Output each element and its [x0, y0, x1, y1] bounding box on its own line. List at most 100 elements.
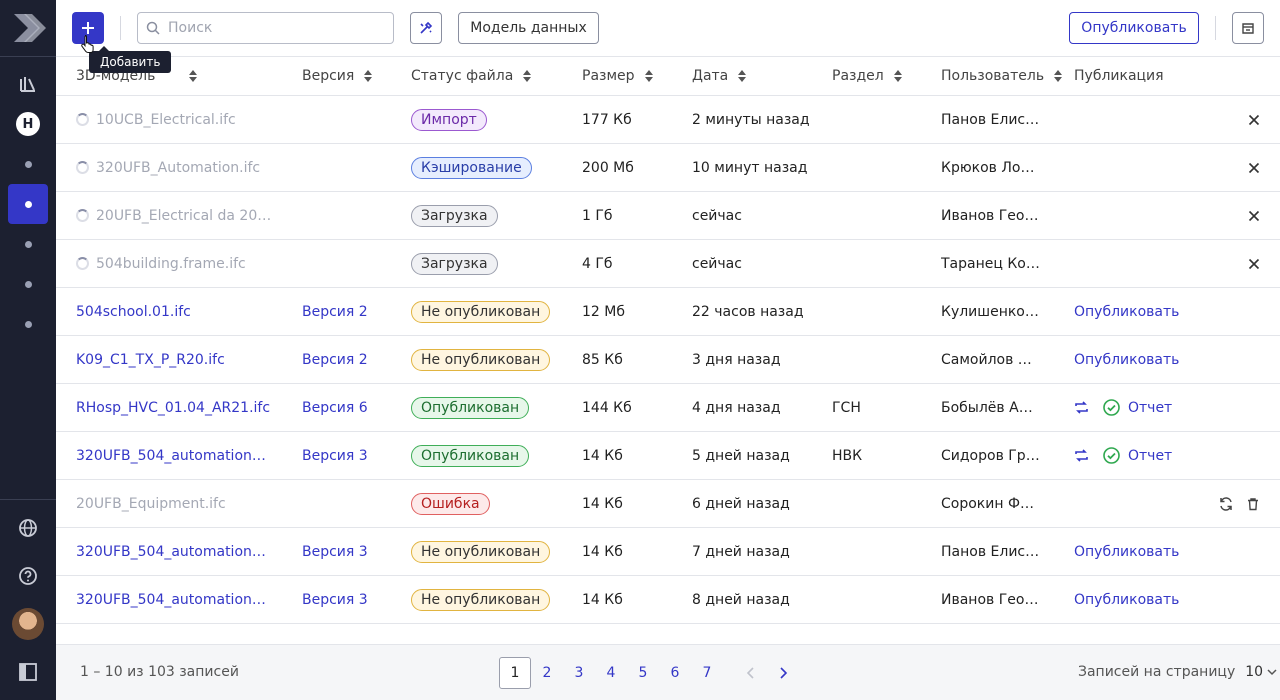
column-label: Версия [302, 68, 355, 84]
help-icon[interactable] [16, 564, 40, 588]
model-name[interactable]: 320UFB_504_automationD… [76, 592, 276, 608]
table-row[interactable]: 504school.01.ifc Версия 2 Не опубликован 12… [56, 288, 1280, 336]
table-row[interactable]: 10UCB_Electrical.ifc Импорт 177 Кб 2 минуты… [56, 96, 1280, 144]
model-cell: 504building.frame.ifc [76, 240, 276, 287]
page-button[interactable]: 1 [499, 657, 531, 689]
globe-icon[interactable] [16, 516, 40, 540]
user-name: Кулишенко… [941, 303, 1039, 320]
table-row[interactable]: 20UFB_Electrical da 20… Загрузка 1 Гб сейча… [56, 192, 1280, 240]
page-button[interactable]: 7 [691, 657, 723, 689]
publish-link[interactable]: Опубликовать [1074, 576, 1179, 623]
version-link[interactable]: Версия 2 [302, 336, 368, 383]
column-header-user[interactable]: Пользователь [941, 68, 1063, 84]
page-button[interactable]: 4 [595, 657, 627, 689]
books-icon[interactable] [16, 72, 40, 96]
version-link[interactable]: Версия 6 [302, 384, 368, 431]
retry-icon[interactable] [1218, 496, 1234, 512]
version-link[interactable]: Версия 3 [302, 576, 368, 623]
close-icon[interactable] [1248, 162, 1260, 174]
row-actions [1196, 528, 1260, 575]
model-name[interactable]: K09_C1_TX_P_R20.ifc [76, 352, 225, 368]
page-button[interactable]: 3 [563, 657, 595, 689]
version-link[interactable]: Версия 3 [302, 528, 368, 575]
sidebar-item-5[interactable] [8, 304, 48, 344]
data-model-button[interactable]: Модель данных [458, 12, 599, 44]
model-cell[interactable]: RHosp_HVC_01.04_AR21.ifc [76, 384, 276, 431]
sidebar-item-1[interactable] [8, 144, 48, 184]
version-link[interactable]: Версия 2 [302, 288, 368, 335]
search-box[interactable] [137, 12, 394, 44]
status-cell: Ошибка [411, 480, 490, 527]
model-name: 320UFB_Automation.ifc [96, 159, 261, 176]
page-button[interactable]: 5 [627, 657, 659, 689]
model-name[interactable]: 320UFB_504_automationD… [76, 544, 276, 560]
user-name: Панов Елисей [941, 543, 1041, 560]
check-circle-icon [1103, 399, 1120, 416]
sidebar-item-2[interactable] [8, 184, 48, 224]
sidebar-divider [0, 56, 56, 57]
table-row[interactable]: 320UFB_504_automationD… Версия 3 Не опубли… [56, 528, 1280, 576]
model-name[interactable]: RHosp_HVC_01.04_AR21.ifc [76, 400, 270, 416]
search-input[interactable] [168, 20, 368, 36]
per-page-label: Записей на страницу [1078, 664, 1236, 680]
tools-button[interactable] [410, 12, 442, 44]
trash-icon[interactable] [1246, 497, 1260, 511]
publication-cell: Отчет [1074, 384, 1172, 431]
tools-icon [420, 21, 433, 34]
row-actions [1196, 384, 1260, 431]
avatar[interactable] [12, 608, 44, 640]
model-cell[interactable]: 320UFB_504_automationD… [76, 432, 276, 479]
table-row[interactable]: 320UFB_504_automationD… Версия 3 Опубликов… [56, 432, 1280, 480]
user-name: Панов Елисей [941, 111, 1041, 128]
model-name[interactable]: 504school.01.ifc [76, 304, 191, 320]
sort-icon [893, 69, 902, 83]
per-page: Записей на страницу 10 [1078, 664, 1277, 680]
column-label: Публикация [1074, 68, 1164, 84]
database-button[interactable] [1232, 12, 1264, 44]
table-row[interactable]: 20UFB_Equipment.ifc Ошибка 14 Кб 6 дней наз… [56, 480, 1280, 528]
close-icon[interactable] [1248, 210, 1260, 222]
publication-cell: Отчет [1074, 432, 1172, 479]
table-row[interactable]: 320UFB_Automation.ifc Кэширование 200 Мб 10… [56, 144, 1280, 192]
report-link[interactable]: Отчет [1128, 448, 1172, 464]
pagination-footer: 1 – 10 из 103 записей 1234567 Записей на… [56, 644, 1280, 700]
panel-toggle-icon[interactable] [16, 660, 40, 684]
prev-page-button[interactable] [735, 657, 767, 689]
publish-link[interactable]: Опубликовать [1074, 528, 1179, 575]
model-cell[interactable]: 320UFB_504_automationD… [76, 528, 276, 575]
sync-icon[interactable] [1074, 400, 1089, 415]
add-tooltip: Добавить [89, 46, 172, 73]
model-name[interactable]: 320UFB_504_automationD… [76, 448, 276, 464]
per-page-select[interactable]: 10 [1245, 664, 1277, 680]
size-cell: 14 Кб [582, 447, 623, 464]
model-cell[interactable]: K09_C1_TX_P_R20.ifc [76, 336, 276, 383]
model-cell[interactable]: 320UFB_504_automationD… [76, 576, 276, 623]
page-button[interactable]: 2 [531, 657, 563, 689]
report-link[interactable]: Отчет [1128, 400, 1172, 416]
column-header-size[interactable]: Размер [582, 68, 653, 84]
next-page-button[interactable] [767, 657, 799, 689]
close-icon[interactable] [1248, 258, 1260, 270]
sync-icon[interactable] [1074, 448, 1089, 463]
close-icon[interactable] [1248, 114, 1260, 126]
user-cell: Таранец Кон… [941, 240, 1041, 287]
publish-link[interactable]: Опубликовать [1074, 336, 1179, 383]
sidebar-item-4[interactable] [8, 264, 48, 304]
workspace-badge[interactable]: Н [16, 112, 40, 136]
logo-icon[interactable] [10, 10, 46, 46]
column-header-section[interactable]: Раздел [832, 68, 902, 84]
table-row[interactable]: 504building.frame.ifc Загрузка 4 Гб сейчас Т… [56, 240, 1280, 288]
publish-link[interactable]: Опубликовать [1074, 288, 1179, 335]
version-link[interactable]: Версия 3 [302, 432, 368, 479]
column-header-date[interactable]: Дата [692, 68, 747, 84]
column-header-status[interactable]: Статус файла [411, 68, 532, 84]
publish-button[interactable]: Опубликовать [1069, 12, 1199, 44]
table-row[interactable]: K09_C1_TX_P_R20.ifc Версия 2 Не опубликова… [56, 336, 1280, 384]
table-row[interactable]: RHosp_HVC_01.04_AR21.ifc Версия 6 Опублико… [56, 384, 1280, 432]
page-button[interactable]: 6 [659, 657, 691, 689]
sidebar-item-3[interactable] [8, 224, 48, 264]
column-header-version[interactable]: Версия [302, 68, 373, 84]
table-row[interactable]: 320UFB_504_automationD… Версия 3 Не опубли… [56, 576, 1280, 624]
model-cell: 20UFB_Electrical da 20… [76, 192, 276, 239]
model-cell[interactable]: 504school.01.ifc [76, 288, 276, 335]
